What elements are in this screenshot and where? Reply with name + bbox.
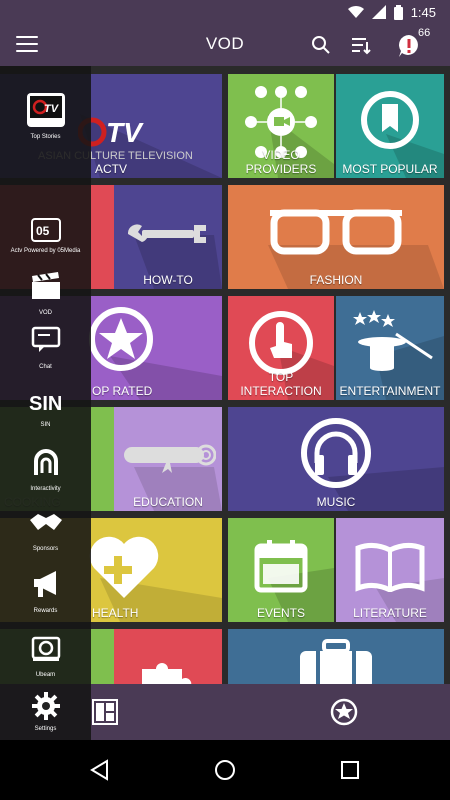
touch-icon [249, 311, 313, 375]
handshake-icon [26, 504, 66, 540]
tile-education-label: EDUCATION [133, 495, 203, 509]
05media-logo-icon: 05 [26, 212, 66, 248]
wifi-icon [347, 5, 364, 19]
scroll-diploma-icon [124, 444, 216, 473]
drawer-item-rewards[interactable]: Rewards [0, 566, 91, 614]
grid-view-icon[interactable] [92, 699, 118, 725]
calendar-icon [254, 540, 308, 593]
tile-music-label: MUSIC [316, 495, 356, 509]
battery-icon [393, 4, 403, 20]
back-icon[interactable] [89, 759, 111, 781]
tile-entertainment[interactable]: ENTERTAINMENT [336, 296, 444, 400]
tile-entertainment-label: ENTERTAINMENT [339, 384, 441, 398]
ubeam-icon [26, 630, 66, 666]
drawer-item-label: Ubeam [35, 672, 56, 678]
tile-events[interactable]: EVENTS [228, 518, 334, 622]
tile-video-providers-label: VIDEO PROVIDERS [245, 148, 317, 176]
tile-events-label: EVENTS [256, 606, 305, 620]
drawer-item-label: SIN [40, 422, 51, 428]
suitcase-icon [300, 639, 372, 684]
megaphone-icon [26, 566, 66, 602]
tile-education[interactable]: EDUCATION [114, 407, 222, 511]
sunglasses-icon [270, 209, 402, 255]
drawer-item-vod[interactable]: VOD [0, 268, 91, 316]
star-badge-icon [89, 307, 153, 371]
status-time: 1:45 [410, 4, 436, 20]
heart-plus-icon [89, 536, 159, 598]
drawer-item-label: Rewards [33, 608, 58, 614]
drawer-item-label: VOD [38, 310, 52, 316]
signal-icon [371, 5, 386, 19]
favorites-star-icon[interactable] [330, 698, 358, 726]
tile-literature-label: LITERATURE [353, 606, 427, 620]
drawer-item-sponsors[interactable]: Sponsors [0, 504, 91, 552]
home-icon[interactable] [214, 759, 236, 781]
tile-how-to-label: HOW-TO [143, 273, 193, 287]
system-nav-bar [0, 740, 450, 800]
drawer-item-label: Chat [39, 364, 52, 370]
drawer-item-label: Settings [34, 726, 57, 732]
svg-text:TV: TV [106, 117, 144, 148]
actv-logo-icon: TV [26, 92, 66, 128]
status-bar: 1:45 [0, 0, 450, 24]
headphones-icon [301, 418, 371, 488]
drawer-item-ubeam[interactable]: Ubeam [0, 630, 91, 678]
svg-text:SIN: SIN [29, 393, 62, 415]
chat-icon [26, 322, 66, 358]
svg-text:TV: TV [44, 103, 60, 115]
drawer-item-label: Actv Powered by 05Media [10, 248, 81, 254]
bottom-bar: Settings [0, 684, 450, 740]
tile-travel[interactable] [228, 629, 444, 684]
drawer-item-interactivity[interactable]: Interactivity [0, 444, 91, 492]
ribbon-badge-icon [361, 91, 419, 149]
drawer-item-top-stories[interactable]: TV Top Stories [0, 92, 91, 140]
tile-video-providers[interactable]: VIDEO PROVIDERS [228, 74, 334, 178]
svg-text:05: 05 [36, 224, 50, 238]
drawer-item-chat[interactable]: Chat [0, 322, 91, 370]
gear-icon [26, 688, 66, 724]
puzzle-icon [142, 663, 192, 684]
magic-hat-icon [353, 310, 433, 371]
sin-logo-icon: SIN [26, 384, 66, 420]
side-drawer: TV Top Stories 05 Actv Powered by 05Medi… [0, 66, 91, 740]
tile-music[interactable]: MUSIC [228, 407, 444, 511]
tile-most-popular[interactable]: MOST POPULAR [336, 74, 444, 178]
recent-apps-icon[interactable] [339, 759, 361, 781]
clapperboard-icon [26, 268, 66, 304]
drawer-item-sin[interactable]: SIN SIN [0, 384, 91, 428]
wrench-icon [128, 224, 206, 243]
sort-icon[interactable] [350, 34, 372, 56]
app-bar: VOD 66 [0, 24, 450, 66]
drawer-item-settings[interactable]: Settings [0, 684, 91, 740]
tile-fashion-label: FASHION [309, 273, 363, 287]
page-title: VOD [205, 34, 245, 53]
interactivity-icon [26, 444, 66, 480]
open-book-icon [355, 542, 425, 592]
tile-top-interaction[interactable]: TOP INTERACTION [228, 296, 334, 400]
drawer-item-actv-powered[interactable]: 05 Actv Powered by 05Media [0, 212, 91, 254]
tile-top-interaction-label: TOP INTERACTION [240, 370, 322, 398]
tile-literature[interactable]: LITERATURE [336, 518, 444, 622]
drawer-item-label: Interactivity [30, 486, 61, 492]
tile-how-to[interactable]: HOW-TO [114, 185, 222, 289]
tile-most-popular-label: MOST POPULAR [342, 162, 438, 176]
drawer-item-label: Top Stories [30, 134, 61, 140]
notification-count: 66 [418, 27, 431, 39]
drawer-item-label: Sponsors [32, 546, 59, 552]
search-icon[interactable] [310, 34, 332, 56]
tile-fashion[interactable]: FASHION [228, 185, 444, 289]
tile-puzzle[interactable] [114, 629, 222, 684]
